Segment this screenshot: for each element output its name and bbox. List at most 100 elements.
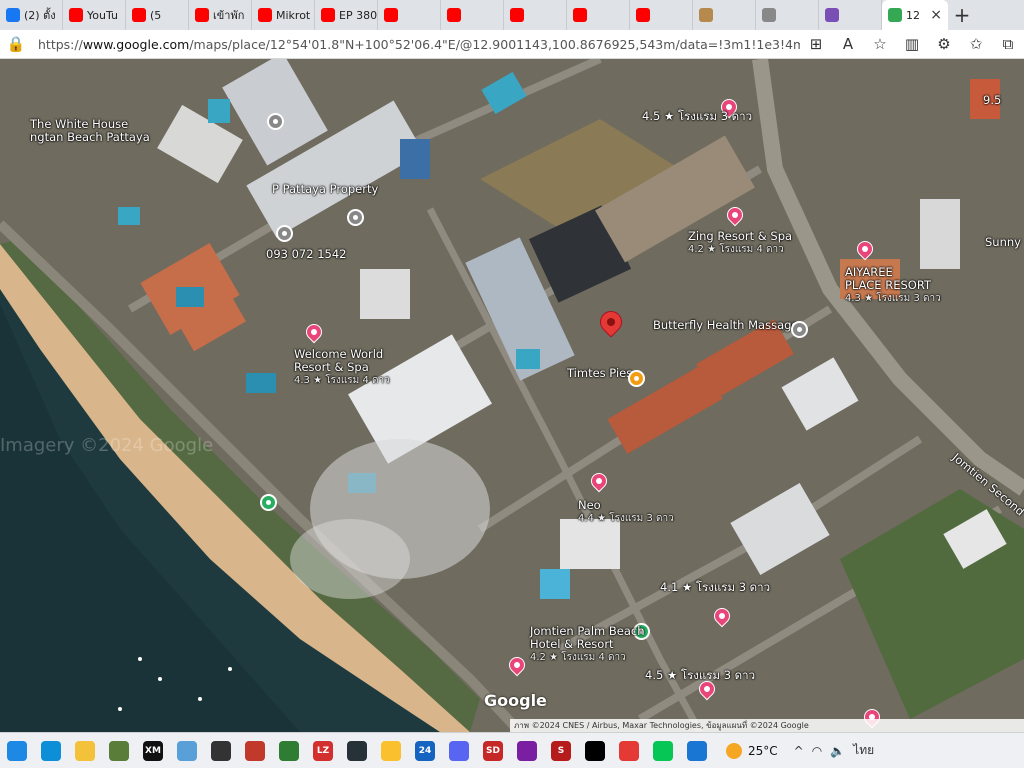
app-icon[interactable] <box>680 733 714 769</box>
volume-icon[interactable]: 🔈 <box>830 744 845 758</box>
youtube-icon <box>321 8 335 22</box>
location-pin-icon[interactable] <box>347 209 364 226</box>
tiktok-icon[interactable] <box>578 733 612 769</box>
app-icon[interactable] <box>102 733 136 769</box>
youtube-icon <box>573 8 587 22</box>
new-tab-button[interactable]: + <box>948 0 976 30</box>
search-icon <box>762 8 776 22</box>
app-icon[interactable] <box>204 733 238 769</box>
park-pin-icon[interactable] <box>260 494 277 511</box>
location-pin-icon[interactable] <box>267 113 284 130</box>
location-pin-icon[interactable] <box>276 225 293 242</box>
app-icon[interactable] <box>170 733 204 769</box>
browser-tab[interactable]: EP 380 <box>315 0 378 30</box>
place-label-zing[interactable]: Zing Resort & Spa 4.2 ★ โรงแรม 4 ดาว <box>688 230 792 256</box>
lock-icon[interactable]: 🔒 <box>0 30 32 59</box>
browser-tab[interactable] <box>756 0 819 30</box>
favorite-star-icon[interactable]: ☆ <box>864 30 896 59</box>
browser-tab[interactable] <box>441 0 504 30</box>
map-imagery <box>0 59 1024 732</box>
app-icon[interactable] <box>238 733 272 769</box>
taskbar-apps: XM LZ 24 SD S <box>0 733 714 769</box>
edge-icon[interactable] <box>34 733 68 769</box>
browser-tab[interactable] <box>378 0 441 30</box>
taskbar-app-glyph <box>109 740 129 761</box>
windows-start-icon[interactable] <box>0 733 34 769</box>
google-maps-icon <box>888 8 902 22</box>
tab-title: YouTu <box>87 8 118 22</box>
chevron-up-icon[interactable]: ^ <box>794 744 804 758</box>
browser-tab[interactable] <box>504 0 567 30</box>
taskbar-app-glyph <box>517 740 537 761</box>
youtube-icon <box>258 8 272 22</box>
taskbar-app-glyph <box>619 740 639 761</box>
xm-icon[interactable]: XM <box>136 733 170 769</box>
place-label-neo[interactable]: Neo 4.4 ★ โรงแรม 3 ดาว <box>578 499 674 525</box>
system-tray: ^ ◠ 🔈 ไทย <box>794 741 874 760</box>
weather-widget[interactable]: 25°C <box>726 742 778 759</box>
app-icon[interactable] <box>374 733 408 769</box>
close-tab-icon[interactable]: × <box>930 7 942 23</box>
youtube-icon <box>69 8 83 22</box>
place-label-sunny[interactable]: Sunny <box>985 236 1021 249</box>
browser-tab[interactable]: Mikrot <box>252 0 315 30</box>
weather-temperature: 25°C <box>748 743 778 758</box>
maps-icon[interactable] <box>612 733 646 769</box>
tab-title: (5 <box>150 8 162 22</box>
browser-tab[interactable]: (2) ตั้ง <box>0 0 63 30</box>
browser-tab[interactable]: YouTu <box>63 0 126 30</box>
satellite-map[interactable]: Imagery ©2024 Google The White House ngta… <box>0 59 1024 732</box>
url-field[interactable]: https://www.google.com/maps/place/12°54'… <box>32 37 800 52</box>
extensions-icon[interactable]: ⚙ <box>928 30 960 59</box>
discord-icon[interactable] <box>442 733 476 769</box>
browser-tab[interactable] <box>693 0 756 30</box>
sun-icon <box>726 742 742 759</box>
place-label-jomtien-palm[interactable]: Jomtien Palm Beach Hotel & Resort 4.2 ★ … <box>530 625 645 664</box>
app-icon[interactable]: SD <box>476 733 510 769</box>
browser-tab[interactable] <box>819 0 882 30</box>
read-aloud-icon[interactable]: A <box>832 30 864 59</box>
taskbar-app-glyph <box>177 740 197 761</box>
browser-tab-active[interactable]: 12 × <box>882 0 948 30</box>
app-icon[interactable]: S <box>544 733 578 769</box>
place-label-timtes[interactable]: Timtes Pies <box>567 367 632 380</box>
location-pin-icon[interactable] <box>791 321 808 338</box>
place-label-butterfly[interactable]: Butterfly Health Massage <box>653 319 799 332</box>
taskbar-app-glyph: SD <box>483 740 503 761</box>
youtube-icon <box>384 8 398 22</box>
file-explorer-icon[interactable] <box>68 733 102 769</box>
lz-icon[interactable]: LZ <box>306 733 340 769</box>
place-label-welcome-world[interactable]: Welcome World Resort & Spa 4.3 ★ โรงแรม … <box>294 348 390 387</box>
app-icon[interactable] <box>272 733 306 769</box>
place-label-pattaya-property[interactable]: P Pattaya Property <box>272 183 378 196</box>
taskbar-app-glyph <box>585 740 605 761</box>
place-label-rating: 9.5 <box>983 93 1002 107</box>
taskbar-app-glyph: 24 <box>415 740 435 761</box>
map-copyright[interactable]: ภาพ ©2024 CNES / Airbus, Maxar Technolog… <box>510 719 1024 732</box>
collections-icon[interactable]: ⧉ <box>992 30 1024 59</box>
browser-tab[interactable]: เข้าพัก <box>189 0 252 30</box>
place-label-white-house[interactable]: The White House ngtan Beach Pattaya <box>30 118 150 144</box>
wifi-icon[interactable]: ◠ <box>812 744 822 758</box>
browser-tab[interactable] <box>630 0 693 30</box>
language-indicator[interactable]: ไทย <box>853 741 874 760</box>
favorites-icon[interactable]: ✩ <box>960 30 992 59</box>
restaurant-pin-icon[interactable] <box>628 370 645 387</box>
apps-icon[interactable]: ⊞ <box>800 30 832 59</box>
taskbar-app-glyph <box>449 740 469 761</box>
taskbar-app-glyph <box>687 740 707 761</box>
page-icon <box>825 8 839 22</box>
place-label-phone[interactable]: 093 072 1542 <box>266 248 346 261</box>
place-label-aiyaree[interactable]: AIYAREE PLACE RESORT 4.3 ★ โรงแรม 3 ดาว <box>845 266 941 305</box>
browser-tab[interactable] <box>567 0 630 30</box>
app-icon[interactable] <box>510 733 544 769</box>
google-logo: Google <box>484 691 547 710</box>
app-icon[interactable]: 24 <box>408 733 442 769</box>
taskbar-app-glyph <box>381 740 401 761</box>
app-icon[interactable] <box>340 733 374 769</box>
line-icon[interactable] <box>646 733 680 769</box>
browser-tab[interactable]: (5 <box>126 0 189 30</box>
split-screen-icon[interactable]: ▥ <box>896 30 928 59</box>
taskbar-app-glyph <box>279 740 299 761</box>
taskbar-app-glyph <box>653 740 673 761</box>
